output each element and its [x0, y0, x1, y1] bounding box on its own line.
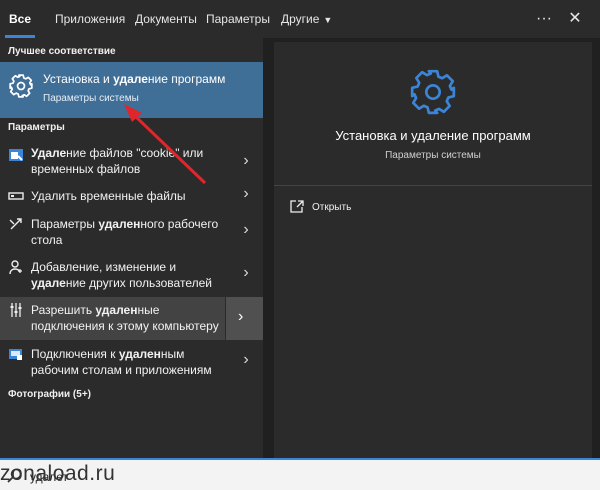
list-item-label: Подключения к удаленным рабочим столам и…	[31, 346, 231, 378]
tab-settings[interactable]: Параметры	[206, 0, 270, 38]
list-item[interactable]: Параметры удаленного рабочего стола ›	[0, 214, 263, 254]
tab-documents[interactable]: Документы	[135, 0, 197, 38]
more-icon[interactable]: ···	[532, 0, 556, 38]
chevron-right-icon[interactable]: ›	[239, 221, 253, 241]
list-item-label: Удалить временные файлы	[31, 188, 231, 204]
chevron-right-icon[interactable]: ›	[239, 185, 253, 205]
label-highlight: удален	[118, 347, 161, 361]
close-icon[interactable]: ✕	[563, 0, 587, 38]
search-filter-bar: Все Приложения Документы Параметры Други…	[0, 0, 600, 38]
title-text: Установка и	[43, 72, 114, 86]
chevron-right-icon[interactable]: ›	[239, 152, 253, 172]
tab-all[interactable]: Все	[4, 0, 36, 38]
list-item-label: Параметры удаленного рабочего стола	[31, 216, 231, 248]
list-item-selected[interactable]: Разрешить удаленные подключения к этому …	[0, 297, 263, 340]
title-text: ние программ	[147, 72, 226, 86]
user-icon	[9, 260, 22, 275]
expand-button[interactable]: ›	[225, 297, 263, 340]
list-item-label: Добавление, изменение и удаление других …	[31, 259, 231, 291]
open-icon	[290, 200, 304, 213]
tab-label: Все	[9, 12, 32, 26]
list-item-label: Разрешить удаленные подключения к этому …	[31, 302, 221, 334]
tab-label: Приложения	[55, 12, 126, 26]
gear-icon	[9, 74, 33, 98]
section-settings: Параметры	[8, 122, 65, 133]
best-match-subtitle: Параметры системы	[43, 93, 139, 104]
best-match-item[interactable]	[0, 62, 263, 118]
chevron-right-icon: ›	[238, 308, 244, 325]
remote-connection-icon	[9, 349, 22, 360]
label-text: Параметры	[31, 217, 99, 231]
label-text: Подключения к	[31, 347, 119, 361]
tab-label: Документы	[135, 12, 197, 26]
tab-label: Другие	[281, 12, 320, 26]
section-best-match: Лучшее соответствие	[8, 46, 116, 57]
label-text: ние других пользователей	[65, 276, 212, 290]
label-highlight: удале	[31, 276, 66, 290]
chevron-right-icon[interactable]: ›	[239, 264, 253, 284]
label-highlight: удален	[98, 217, 141, 231]
preview-panel: Установка и удаление программ Параметры …	[274, 42, 592, 458]
browser-settings-icon	[9, 149, 23, 161]
list-item-label: Удаление файлов "cookie" или временных ф…	[31, 145, 231, 177]
gear-icon	[410, 69, 456, 115]
chevron-down-icon: ▼	[323, 15, 333, 25]
section-photos[interactable]: Фотографии (5+)	[8, 389, 91, 400]
label-highlight: удален	[95, 303, 138, 317]
label-highlight: Удале	[31, 146, 67, 160]
open-button[interactable]: Открыть	[312, 202, 351, 213]
list-item[interactable]: Удаление файлов "cookie" или временных ф…	[0, 144, 263, 184]
chevron-right-icon[interactable]: ›	[239, 351, 253, 371]
title-highlight: удале	[113, 72, 148, 86]
tab-label: Параметры	[206, 12, 270, 26]
preview-title: Установка и удаление программ	[335, 128, 531, 143]
label-text: Разрешить	[31, 303, 96, 317]
storage-icon	[8, 192, 24, 200]
list-item[interactable]: Добавление, изменение и удаление других …	[0, 257, 263, 297]
tab-apps[interactable]: Приложения	[55, 0, 125, 38]
label-text: Добавление, изменение и	[31, 260, 177, 274]
sliders-icon	[10, 303, 22, 317]
tab-other[interactable]: Другие ▼	[281, 0, 332, 38]
remote-desktop-settings-icon	[9, 218, 22, 230]
list-item[interactable]: Удалить временные файлы ›	[0, 185, 263, 206]
watermark: zonaload.ru	[0, 462, 116, 485]
best-match-title: Установка и удаление программ	[43, 72, 225, 86]
divider	[274, 185, 592, 186]
preview-subtitle: Параметры системы	[385, 150, 481, 161]
label-text: Удалить временные файлы	[31, 189, 186, 203]
list-item[interactable]: Подключения к удаленным рабочим столам и…	[0, 344, 263, 384]
